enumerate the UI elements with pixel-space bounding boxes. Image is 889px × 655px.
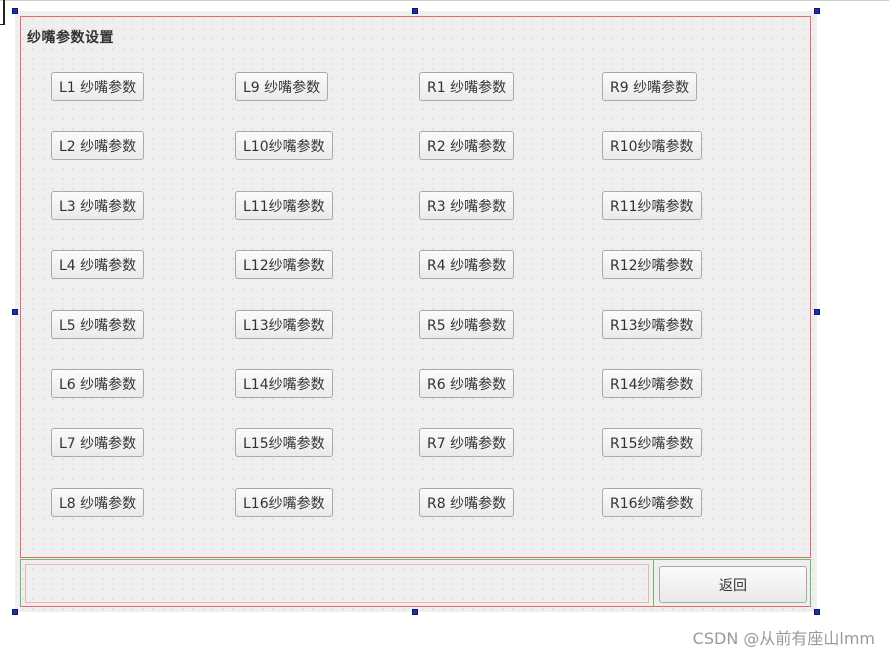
- l3-yarn-button[interactable]: L3 纱嘴参数: [51, 191, 145, 220]
- r15-yarn-button[interactable]: R15纱嘴参数: [602, 428, 702, 457]
- r10-yarn-button[interactable]: R10纱嘴参数: [602, 131, 702, 160]
- selection-handle-tl[interactable]: [12, 8, 18, 14]
- l16-yarn-button[interactable]: L16纱嘴参数: [235, 488, 333, 517]
- watermark: CSDN @从前有座山lmm: [692, 629, 875, 648]
- l4-yarn-button[interactable]: L4 纱嘴参数: [51, 250, 145, 279]
- selection-handle-br[interactable]: [814, 609, 820, 615]
- r12-yarn-button[interactable]: R12纱嘴参数: [602, 250, 702, 279]
- selection-handle-mr[interactable]: [814, 309, 820, 315]
- l10-yarn-button[interactable]: L10纱嘴参数: [235, 131, 333, 160]
- designer-canvas: 纱嘴参数设置 L1 纱嘴参数 L2 纱嘴参数 L3 纱嘴参数 L4 纱嘴参数 L…: [0, 0, 889, 655]
- selection-handle-tc[interactable]: [412, 8, 418, 14]
- selection-handle-bl[interactable]: [12, 609, 18, 615]
- l7-yarn-button[interactable]: L7 纱嘴参数: [51, 428, 145, 457]
- selection-handle-tr[interactable]: [814, 8, 820, 14]
- l11-yarn-button[interactable]: L11纱嘴参数: [235, 191, 333, 220]
- l9-yarn-button[interactable]: L9 纱嘴参数: [235, 72, 329, 101]
- l5-yarn-button[interactable]: L5 纱嘴参数: [51, 310, 145, 339]
- l12-yarn-button[interactable]: L12纱嘴参数: [235, 250, 333, 279]
- r14-yarn-button[interactable]: R14纱嘴参数: [602, 369, 702, 398]
- r3-yarn-button[interactable]: R3 纱嘴参数: [419, 191, 515, 220]
- l1-yarn-button[interactable]: L1 纱嘴参数: [51, 72, 145, 101]
- r7-yarn-button[interactable]: R7 纱嘴参数: [419, 428, 515, 457]
- l14-yarn-button[interactable]: L14纱嘴参数: [235, 369, 333, 398]
- r9-yarn-button[interactable]: R9 纱嘴参数: [602, 72, 698, 101]
- l15-yarn-button[interactable]: L15纱嘴参数: [235, 428, 333, 457]
- bottom-layout-divider: [653, 559, 654, 607]
- r11-yarn-button[interactable]: R11纱嘴参数: [602, 191, 702, 220]
- l2-yarn-button[interactable]: L2 纱嘴参数: [51, 131, 145, 160]
- canvas-top-edge: [0, 0, 889, 1]
- l13-yarn-button[interactable]: L13纱嘴参数: [235, 310, 333, 339]
- r2-yarn-button[interactable]: R2 纱嘴参数: [419, 131, 515, 160]
- back-button[interactable]: 返回: [659, 566, 807, 603]
- selection-handle-bc[interactable]: [412, 609, 418, 615]
- r5-yarn-button[interactable]: R5 纱嘴参数: [419, 310, 515, 339]
- r8-yarn-button[interactable]: R8 纱嘴参数: [419, 488, 515, 517]
- r1-yarn-button[interactable]: R1 纱嘴参数: [419, 72, 515, 101]
- l6-yarn-button[interactable]: L6 纱嘴参数: [51, 369, 145, 398]
- selection-handle-ml[interactable]: [12, 309, 18, 315]
- canvas-corner-fragment: [0, 0, 5, 25]
- l8-yarn-button[interactable]: L8 纱嘴参数: [51, 488, 145, 517]
- r16-yarn-button[interactable]: R16纱嘴参数: [602, 488, 702, 517]
- r4-yarn-button[interactable]: R4 纱嘴参数: [419, 250, 515, 279]
- group-title: 纱嘴参数设置: [27, 30, 114, 46]
- bottom-spacer: [25, 564, 649, 603]
- r6-yarn-button[interactable]: R6 纱嘴参数: [419, 369, 515, 398]
- r13-yarn-button[interactable]: R13纱嘴参数: [602, 310, 702, 339]
